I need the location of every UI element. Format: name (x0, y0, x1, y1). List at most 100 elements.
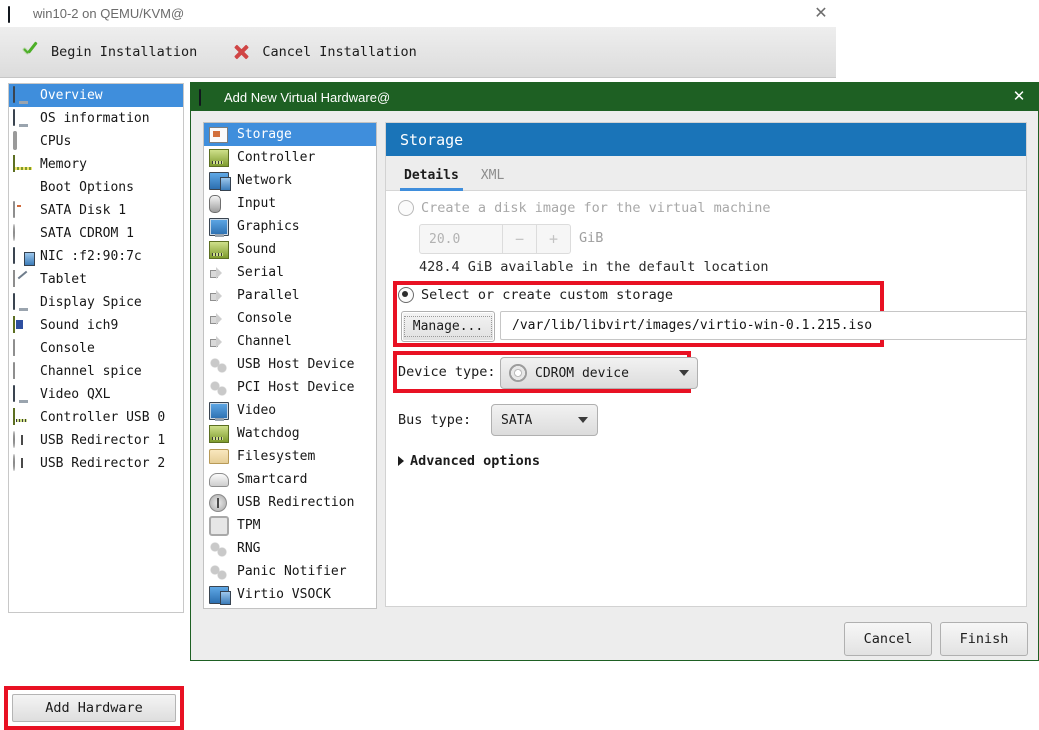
hardware-category-label: Virtio VSOCK (237, 587, 331, 602)
hardware-category-list[interactable]: Storage Controller Network InputGraphicsSou… (203, 122, 377, 609)
triangle-right-icon (398, 456, 404, 466)
hardware-category-smartcard[interactable]: Smartcard (204, 468, 376, 491)
vm-hardware-item-label: Video QXL (40, 387, 110, 402)
device-type-value: CDROM device (535, 366, 671, 381)
tab-xml[interactable]: XML (477, 162, 522, 190)
vm-hardware-item-console[interactable]: Console (9, 337, 183, 360)
vm-hardware-item-sound-ich9[interactable]: Sound ich9 (9, 314, 183, 337)
hardware-category-panic-notifier[interactable]: Panic Notifier (204, 560, 376, 583)
vm-hardware-item-label: CPUs (40, 134, 71, 149)
hardware-category-network[interactable]: Network (204, 169, 376, 192)
hardware-category-usb-host-device[interactable]: USB Host Device (204, 353, 376, 376)
manage-button[interactable]: Manage... (401, 311, 495, 342)
vm-hardware-item-tablet[interactable]: Tablet (9, 268, 183, 291)
vm-hardware-item-boot-options[interactable]: Boot Options (9, 176, 183, 199)
sound-card-icon (209, 241, 229, 259)
storage-panel: Storage Details XML Create a disk image … (385, 122, 1027, 607)
disk-size-stepper[interactable]: 20.0 − + (419, 224, 571, 254)
dialog-close-icon[interactable]: ✕ (1010, 88, 1028, 106)
vm-hardware-item-overview[interactable]: Overview (9, 84, 183, 107)
vm-hardware-item-label: Memory (40, 157, 87, 172)
finish-button[interactable]: Finish (940, 622, 1028, 656)
advanced-options-toggle[interactable]: Advanced options (398, 453, 540, 469)
vm-hardware-item-sata-cdrom-1[interactable]: SATA CDROM 1 (9, 222, 183, 245)
hardware-category-pci-host-device[interactable]: PCI Host Device (204, 376, 376, 399)
vm-hardware-item-usb-redirector-1[interactable]: USB Redirector 1 (9, 429, 183, 452)
panel-header-title: Storage (386, 123, 1026, 156)
hardware-category-video[interactable]: Video (204, 399, 376, 422)
console-icon (209, 471, 229, 489)
hardware-category-tpm[interactable]: TPM (204, 514, 376, 537)
vm-window-close-icon[interactable]: ✕ (812, 5, 830, 23)
hardware-category-virtio-vsock[interactable]: Virtio VSOCK (204, 583, 376, 606)
vm-hardware-item-label: Channel spice (40, 364, 142, 379)
vm-hardware-item-channel-spice[interactable]: Channel spice (9, 360, 183, 383)
create-disk-radio-row[interactable]: Create a disk image for the virtual mach… (398, 200, 771, 216)
dialog-titlebar: Add New Virtual Hardware@ ✕ (191, 83, 1038, 111)
hardware-category-parallel[interactable]: Parallel (204, 284, 376, 307)
panel-tabs[interactable]: Details XML (386, 156, 1026, 191)
hardware-category-label: USB Redirection (237, 495, 354, 510)
hardware-category-input[interactable]: Input (204, 192, 376, 215)
vm-hardware-item-os-information[interactable]: OS information (9, 107, 183, 130)
disk-size-unit-label: GiB (579, 230, 603, 246)
bus-type-label: Bus type: (398, 412, 471, 428)
hardware-category-label: Network (237, 173, 292, 188)
vm-hardware-list[interactable]: OverviewOS information CPUs Memory Boot Opt… (8, 83, 184, 613)
hardware-category-watchdog[interactable]: Watchdog (204, 422, 376, 445)
device-type-label: Device type: (398, 364, 496, 380)
vm-hardware-item-display-spice[interactable]: Display Spice (9, 291, 183, 314)
device-type-select[interactable]: CDROM device (500, 357, 698, 389)
cancel-installation-button[interactable]: Cancel Installation (223, 37, 424, 67)
gears-icon (209, 356, 229, 374)
cancel-button[interactable]: Cancel (844, 622, 932, 656)
begin-installation-label: Begin Installation (51, 44, 197, 60)
hardware-category-serial[interactable]: Serial (204, 261, 376, 284)
custom-storage-radio-row[interactable]: Select or create custom storage (398, 287, 673, 303)
folder-icon (209, 448, 229, 466)
console-icon (13, 363, 33, 381)
hardware-category-label: Controller (237, 150, 315, 165)
hardware-category-sound[interactable]: Sound (204, 238, 376, 261)
storage-details-content: Create a disk image for the virtual mach… (386, 191, 1026, 606)
hardware-category-console[interactable]: Console (204, 307, 376, 330)
hardware-category-controller[interactable]: Controller (204, 146, 376, 169)
vm-hardware-item-sata-disk-1[interactable]: SATA Disk 1 (9, 199, 183, 222)
vm-hardware-item-usb-redirector-2[interactable]: USB Redirector 2 (9, 452, 183, 475)
controller-icon (209, 425, 229, 443)
disk-size-decrement-button[interactable]: − (502, 225, 536, 253)
console-icon (13, 340, 33, 358)
disk-size-increment-button[interactable]: + (536, 225, 570, 253)
vm-hardware-item-cpus[interactable]: CPUs (9, 130, 183, 153)
vm-window-titlebar: win10-2 on QEMU/KVM@ (0, 0, 836, 27)
disk-size-value[interactable]: 20.0 (420, 225, 502, 253)
sound-icon (13, 317, 33, 335)
cpu-icon (13, 133, 33, 151)
vm-hardware-item-memory[interactable]: Memory (9, 153, 183, 176)
custom-storage-radio[interactable] (398, 287, 414, 303)
hardware-category-graphics[interactable]: Graphics (204, 215, 376, 238)
hardware-category-storage[interactable]: Storage (204, 123, 376, 146)
vm-hardware-item-nic-f2-90-7c[interactable]: NIC :f2:90:7c (9, 245, 183, 268)
vm-hardware-item-video-qxl[interactable]: Video QXL (9, 383, 183, 406)
add-hardware-button[interactable]: Add Hardware (12, 694, 176, 722)
x-mark-icon (231, 41, 253, 63)
create-disk-radio[interactable] (398, 200, 414, 216)
controller-icon (209, 149, 229, 167)
vm-hardware-item-label: Tablet (40, 272, 87, 287)
mouse-icon (209, 195, 229, 213)
hardware-category-usb-redirection[interactable]: USB Redirection (204, 491, 376, 514)
hardware-category-rng[interactable]: RNG (204, 537, 376, 560)
storage-path-input[interactable]: /var/lib/libvirt/images/virtio-win-0.1.2… (500, 311, 1027, 340)
hardware-category-channel[interactable]: Channel (204, 330, 376, 353)
hardware-category-filesystem[interactable]: Filesystem (204, 445, 376, 468)
tab-details[interactable]: Details (400, 162, 477, 190)
begin-installation-button[interactable]: Begin Installation (12, 37, 205, 67)
add-hardware-highlight: Add Hardware (4, 686, 184, 730)
chevron-down-icon (679, 370, 689, 376)
bus-type-select[interactable]: SATA (491, 404, 598, 436)
vm-hardware-item-label: USB Redirector 2 (40, 456, 165, 471)
hardware-category-label: Parallel (237, 288, 300, 303)
hardware-category-label: TPM (237, 518, 260, 533)
vm-hardware-item-controller-usb-0[interactable]: Controller USB 0 (9, 406, 183, 429)
